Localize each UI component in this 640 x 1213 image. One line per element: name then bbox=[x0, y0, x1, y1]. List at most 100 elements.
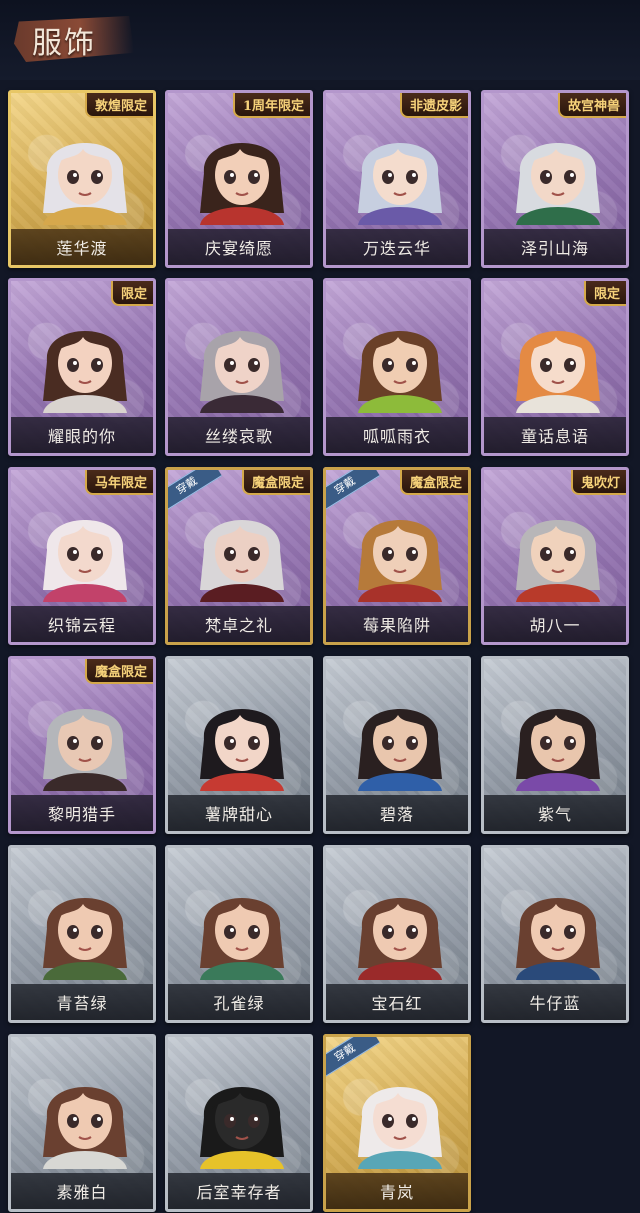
costume-card[interactable]: 魔盒限定 穿戴 梵卓之礼 bbox=[165, 467, 313, 645]
costume-name: 牛仔蓝 bbox=[529, 994, 581, 1013]
costume-nameplate: 孔雀绿 bbox=[168, 984, 310, 1020]
costume-nameplate: 青苔绿 bbox=[11, 984, 153, 1020]
costume-nameplate: 莓果陷阱 bbox=[326, 606, 468, 642]
costume-nameplate: 紫气 bbox=[484, 795, 626, 831]
character-portrait bbox=[43, 709, 127, 791]
costume-name: 孔雀绿 bbox=[213, 994, 265, 1013]
costume-name: 童话息语 bbox=[520, 427, 589, 446]
costume-nameplate: 黎明猎手 bbox=[11, 795, 153, 831]
costume-name: 织锦云程 bbox=[47, 616, 116, 635]
limited-badge: 魔盒限定 bbox=[399, 470, 468, 495]
costume-nameplate: 宝石红 bbox=[326, 984, 468, 1020]
character-portrait bbox=[516, 143, 600, 225]
character-portrait bbox=[358, 520, 442, 602]
costume-card[interactable]: 呱呱雨衣 bbox=[323, 278, 471, 456]
character-portrait bbox=[43, 898, 127, 980]
costume-card[interactable]: 敦煌限定莲华渡 bbox=[8, 90, 156, 268]
costume-card[interactable]: 马年限定织锦云程 bbox=[8, 467, 156, 645]
costume-nameplate: 织锦云程 bbox=[11, 606, 153, 642]
costume-card[interactable]: 青苔绿 bbox=[8, 845, 156, 1023]
character-portrait bbox=[358, 709, 442, 791]
limited-badge: 敦煌限定 bbox=[84, 93, 153, 118]
costume-card[interactable]: 限定童话息语 bbox=[481, 278, 629, 456]
costume-name: 青岚 bbox=[379, 1183, 414, 1202]
costume-nameplate: 碧落 bbox=[326, 795, 468, 831]
costume-card[interactable]: 牛仔蓝 bbox=[481, 845, 629, 1023]
costume-nameplate: 泽引山海 bbox=[484, 229, 626, 265]
limited-badge: 1周年限定 bbox=[232, 93, 310, 118]
costume-card[interactable]: 碧落 bbox=[323, 656, 471, 834]
limited-badge: 限定 bbox=[583, 281, 626, 306]
character-portrait bbox=[200, 331, 284, 413]
limited-badge: 非遗皮影 bbox=[399, 93, 468, 118]
costume-name: 素雅白 bbox=[56, 1183, 108, 1202]
costume-card[interactable]: 紫气 bbox=[481, 656, 629, 834]
character-portrait bbox=[516, 331, 600, 413]
costume-card[interactable]: 故宫神兽泽引山海 bbox=[481, 90, 629, 268]
character-portrait bbox=[516, 898, 600, 980]
costume-name: 胡八一 bbox=[529, 616, 581, 635]
character-portrait bbox=[43, 143, 127, 225]
character-portrait bbox=[358, 331, 442, 413]
character-portrait bbox=[516, 709, 600, 791]
character-portrait bbox=[200, 898, 284, 980]
costume-nameplate: 素雅白 bbox=[11, 1173, 153, 1209]
costume-name: 黎明猎手 bbox=[47, 805, 116, 824]
costume-name: 薯牌甜心 bbox=[204, 805, 273, 824]
costume-name: 紫气 bbox=[537, 805, 572, 824]
character-portrait bbox=[200, 520, 284, 602]
limited-badge: 故宫神兽 bbox=[557, 93, 626, 118]
costume-nameplate: 童话息语 bbox=[484, 417, 626, 453]
costume-card[interactable]: 限定耀眼的你 bbox=[8, 278, 156, 456]
character-portrait bbox=[43, 520, 127, 602]
costume-name: 莓果陷阱 bbox=[362, 616, 431, 635]
costume-card[interactable]: 素雅白 bbox=[8, 1034, 156, 1212]
costume-nameplate: 丝缕哀歌 bbox=[168, 417, 310, 453]
character-portrait bbox=[200, 143, 284, 225]
costume-nameplate: 庆宴绮愿 bbox=[168, 229, 310, 265]
costume-name: 庆宴绮愿 bbox=[204, 239, 273, 258]
costume-card[interactable]: 魔盒限定黎明猎手 bbox=[8, 656, 156, 834]
costume-name: 碧落 bbox=[379, 805, 414, 824]
costume-name: 耀眼的你 bbox=[47, 427, 116, 446]
character-portrait bbox=[43, 331, 127, 413]
costume-nameplate: 胡八一 bbox=[484, 606, 626, 642]
costume-card[interactable]: 穿戴 青岚 bbox=[323, 1034, 471, 1212]
character-portrait bbox=[43, 1087, 127, 1169]
costume-name: 后室幸存者 bbox=[196, 1183, 282, 1202]
costume-nameplate: 青岚 bbox=[326, 1173, 468, 1209]
costume-name: 梵卓之礼 bbox=[204, 616, 273, 635]
character-portrait bbox=[516, 520, 600, 602]
character-portrait bbox=[358, 898, 442, 980]
limited-badge: 鬼吹灯 bbox=[570, 470, 626, 495]
costume-card[interactable]: 宝石红 bbox=[323, 845, 471, 1023]
limited-badge: 限定 bbox=[110, 281, 153, 306]
costume-nameplate: 耀眼的你 bbox=[11, 417, 153, 453]
limited-badge: 魔盒限定 bbox=[84, 659, 153, 684]
costume-nameplate: 万迭云华 bbox=[326, 229, 468, 265]
character-portrait bbox=[358, 143, 442, 225]
costume-card[interactable]: 薯牌甜心 bbox=[165, 656, 313, 834]
costume-card[interactable]: 丝缕哀歌 bbox=[165, 278, 313, 456]
costume-name: 泽引山海 bbox=[520, 239, 589, 258]
costume-nameplate: 梵卓之礼 bbox=[168, 606, 310, 642]
character-portrait bbox=[200, 1087, 284, 1169]
costume-name: 呱呱雨衣 bbox=[362, 427, 431, 446]
costume-name: 宝石红 bbox=[371, 994, 423, 1013]
costume-nameplate: 薯牌甜心 bbox=[168, 795, 310, 831]
costume-nameplate: 呱呱雨衣 bbox=[326, 417, 468, 453]
costume-card[interactable]: 鬼吹灯胡八一 bbox=[481, 467, 629, 645]
costume-card[interactable]: 魔盒限定 穿戴 莓果陷阱 bbox=[323, 467, 471, 645]
costume-card[interactable]: 非遗皮影万迭云华 bbox=[323, 90, 471, 268]
costume-name: 万迭云华 bbox=[362, 239, 431, 258]
costume-name: 青苔绿 bbox=[56, 994, 108, 1013]
costume-card[interactable]: 1周年限定庆宴绮愿 bbox=[165, 90, 313, 268]
costume-card[interactable]: 孔雀绿 bbox=[165, 845, 313, 1023]
character-portrait bbox=[200, 709, 284, 791]
limited-badge: 马年限定 bbox=[84, 470, 153, 495]
costume-grid: 敦煌限定 莲华渡 1周年限定 庆宴绮愿 非遗皮影 万迭云华 故宫神兽 泽引山海 限定 耀眼的你 丝缕… bbox=[0, 0, 640, 1213]
costume-nameplate: 后室幸存者 bbox=[168, 1173, 310, 1209]
costume-name: 莲华渡 bbox=[56, 239, 108, 258]
costume-card[interactable]: 后室幸存者 bbox=[165, 1034, 313, 1212]
character-portrait bbox=[358, 1087, 442, 1169]
